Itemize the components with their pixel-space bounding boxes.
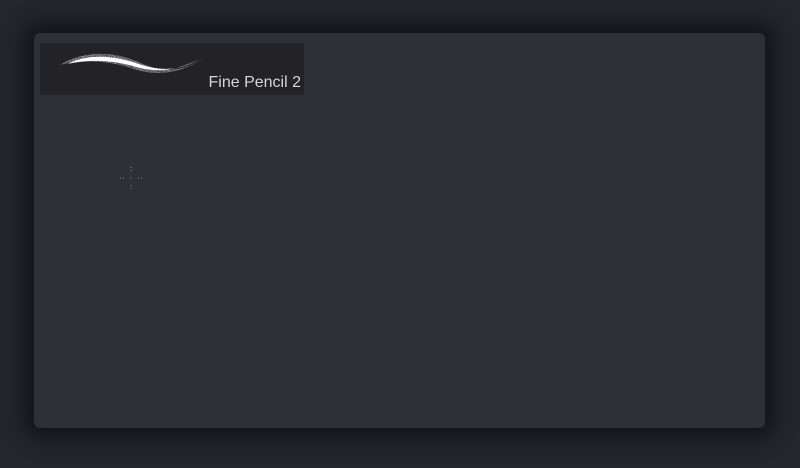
brush-item-fine-pencil-2[interactable]: Fine Pencil 2 bbox=[40, 43, 304, 95]
brush-stroke-preview-icon bbox=[60, 53, 206, 73]
crosshair-cursor-icon bbox=[120, 167, 142, 189]
brush-panel: Fine Pencil 2 bbox=[34, 33, 765, 428]
app-screen: Fine Pencil 2 bbox=[0, 0, 800, 468]
brush-name-label: Fine Pencil 2 bbox=[208, 74, 302, 91]
